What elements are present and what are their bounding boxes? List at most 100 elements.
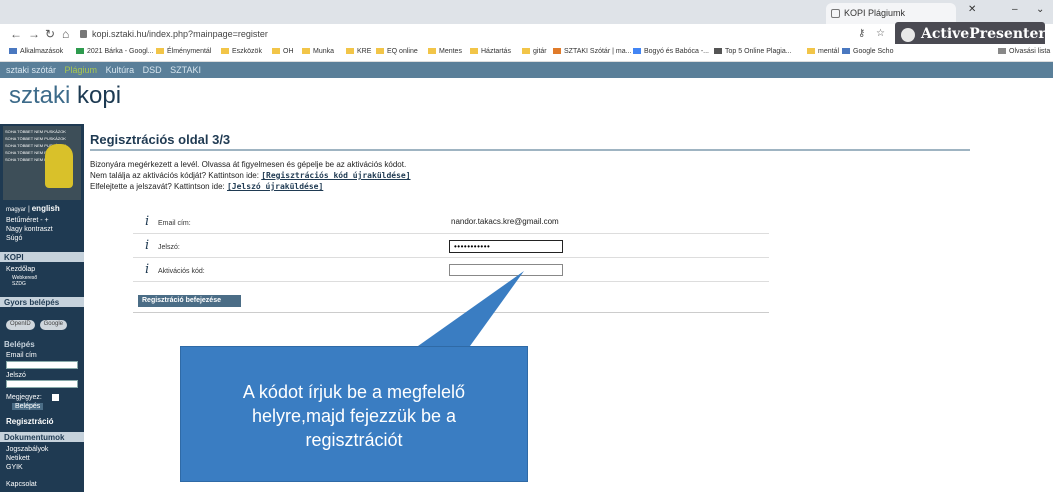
google-icon bbox=[633, 48, 641, 54]
form-row-password: i Jelszó: ••••••••••• bbox=[133, 236, 769, 258]
login-password-input[interactable] bbox=[6, 380, 78, 388]
page-favicon-icon bbox=[831, 9, 840, 18]
bookmark-item[interactable]: mentál bbox=[807, 48, 839, 55]
openid-button[interactable]: OpenID bbox=[6, 320, 35, 330]
bookmark-item[interactable]: Élménymentál bbox=[156, 48, 211, 55]
reading-list[interactable]: Olvasási lista bbox=[998, 48, 1050, 55]
bookmark-apps[interactable]: Alkalmazások bbox=[9, 48, 63, 55]
back-icon[interactable]: ← bbox=[10, 27, 22, 41]
lang-hungarian[interactable]: magyar bbox=[6, 207, 26, 213]
folder-icon bbox=[428, 48, 436, 54]
folder-icon bbox=[470, 48, 478, 54]
topnav-culture[interactable]: Kultúra bbox=[106, 65, 135, 75]
high-contrast-link[interactable]: Nagy kontraszt bbox=[6, 226, 53, 233]
email-label: Email cím: bbox=[158, 220, 191, 227]
browser-tab[interactable]: KOPI Plágiumk bbox=[826, 3, 956, 24]
sidebar-section-documents: Dokumentumok bbox=[0, 432, 84, 442]
info-icon: i bbox=[145, 262, 150, 277]
topnav-plagiarism[interactable]: Plágium bbox=[65, 65, 98, 75]
page-title: Regisztrációs oldal 3/3 bbox=[90, 132, 231, 147]
star-icon[interactable]: ☆ bbox=[876, 28, 885, 39]
bookmark-item[interactable]: Háztartás bbox=[470, 48, 511, 55]
reading-list-icon bbox=[998, 48, 1006, 54]
remember-me-checkbox[interactable] bbox=[52, 394, 59, 401]
resend-code-link[interactable]: [Regisztrációs kód újraküldése] bbox=[261, 171, 410, 180]
reload-icon[interactable]: ↻ bbox=[45, 27, 55, 41]
sidebar-section-quick-login: Gyors belépés bbox=[0, 297, 84, 307]
login-password-label: Jelszó bbox=[6, 372, 26, 379]
callout-pointer-shape bbox=[418, 271, 524, 346]
topnav-dsd[interactable]: DSD bbox=[143, 65, 162, 75]
bookmark-item[interactable]: OH bbox=[272, 48, 294, 55]
folder-icon bbox=[302, 48, 310, 54]
finish-registration-button[interactable]: Regisztráció befejezése bbox=[138, 295, 241, 307]
sidebar: SOHA TÖBBET NEM PUSKÁZOK SOHA TÖBBET NEM… bbox=[0, 124, 84, 492]
address-bar[interactable]: kopi.sztaki.hu/index.php?mainpage=regist… bbox=[80, 27, 880, 42]
sidebar-item-szdg[interactable]: SZDG bbox=[12, 281, 26, 287]
bookmark-item[interactable]: 2021 Bárka - Googl... bbox=[76, 48, 154, 55]
quick-login-buttons: OpenID Google bbox=[6, 320, 70, 330]
bookmark-item[interactable]: Eszközök bbox=[221, 48, 262, 55]
cartoon-character-icon bbox=[45, 144, 73, 188]
minimize-icon[interactable]: – bbox=[1012, 4, 1018, 15]
intro-line-2: Nem találja az aktivációs kódját? Kattin… bbox=[90, 171, 259, 180]
address-text: kopi.sztaki.hu/index.php?mainpage=regist… bbox=[92, 29, 268, 39]
folder-icon bbox=[807, 48, 815, 54]
chevron-down-icon[interactable]: ⌄ bbox=[1036, 4, 1044, 15]
browser-tab-strip: KOPI Plágiumk ✕ – ⌄ bbox=[0, 0, 1053, 24]
activepresenter-logo-icon bbox=[901, 28, 915, 42]
bookmark-item[interactable]: Bogyó és Babóca -... bbox=[633, 48, 709, 55]
folder-icon bbox=[522, 48, 530, 54]
login-button[interactable]: Belépés bbox=[12, 403, 44, 410]
intro-line-1: Bizonyára megérkezett a levél. Olvassa á… bbox=[90, 160, 407, 169]
activation-label: Aktivációs kód: bbox=[158, 268, 205, 275]
callout-text: A kódot írjuk be a megfelelő helyre,majd… bbox=[242, 382, 466, 450]
intro-text: Bizonyára megérkezett a levél. Olvassa á… bbox=[90, 159, 411, 192]
password-field[interactable]: ••••••••••• bbox=[449, 240, 563, 253]
bookmark-item[interactable]: EQ online bbox=[376, 48, 418, 55]
tab-title: KOPI Plágiumk bbox=[844, 8, 906, 18]
key-icon[interactable]: ⚷ bbox=[858, 28, 865, 39]
activation-code-input[interactable] bbox=[449, 264, 563, 276]
bookmark-item[interactable]: Munka bbox=[302, 48, 334, 55]
title-divider bbox=[90, 149, 970, 151]
sidebar-item-contact[interactable]: Kapcsolat bbox=[6, 481, 37, 488]
home-icon[interactable]: ⌂ bbox=[62, 27, 69, 41]
sidebar-item-netiquette[interactable]: Netikett bbox=[6, 455, 30, 462]
topnav-sztaki[interactable]: SZTAKI bbox=[170, 65, 201, 75]
drive-icon bbox=[76, 48, 84, 54]
tab-close-icon[interactable]: ✕ bbox=[968, 4, 976, 15]
bookmark-item[interactable]: Mentes bbox=[428, 48, 462, 55]
sidebar-banner-image: SOHA TÖBBET NEM PUSKÁZOK SOHA TÖBBET NEM… bbox=[3, 126, 81, 200]
screen: KOPI Plágiumk ✕ – ⌄ ← → ↻ ⌂ kopi.sztaki.… bbox=[0, 0, 1053, 492]
lang-english[interactable]: english bbox=[32, 204, 60, 213]
folder-icon bbox=[346, 48, 354, 54]
sidebar-item-rules[interactable]: Jogszabályok bbox=[6, 446, 48, 453]
callout-box: A kódot írjuk be a megfelelő helyre,majd… bbox=[180, 346, 528, 482]
apps-grid-icon bbox=[9, 48, 17, 54]
bookmark-item[interactable]: gitár bbox=[522, 48, 547, 55]
register-link[interactable]: Regisztráció bbox=[6, 417, 54, 426]
site-logo[interactable]: sztaki kopi bbox=[9, 82, 121, 110]
font-size-control[interactable]: Betűméret - + bbox=[6, 217, 49, 224]
folder-icon bbox=[376, 48, 384, 54]
lock-icon bbox=[80, 30, 87, 38]
bookmark-item[interactable]: KRE bbox=[346, 48, 371, 55]
help-link[interactable]: Súgó bbox=[6, 235, 22, 242]
bookmark-item[interactable]: SZTAKI Szótár | ma... bbox=[553, 48, 631, 55]
folder-icon bbox=[156, 48, 164, 54]
bookmark-item[interactable]: Google Scho bbox=[842, 48, 893, 55]
password-label: Jelszó: bbox=[158, 244, 180, 251]
bookmark-item[interactable]: Top 5 Online Plagia... bbox=[714, 48, 792, 55]
remember-me-label: Megjegyez: bbox=[6, 394, 42, 401]
sidebar-item-home[interactable]: Kezdőlap bbox=[6, 266, 35, 273]
globe-icon bbox=[714, 48, 722, 54]
resend-password-link[interactable]: [Jelszó újraküldése] bbox=[227, 182, 323, 191]
login-email-input[interactable] bbox=[6, 361, 78, 369]
sztaki-icon bbox=[553, 48, 561, 54]
sidebar-item-faq[interactable]: GYIK bbox=[6, 464, 23, 471]
folder-icon bbox=[221, 48, 229, 54]
forward-icon[interactable]: → bbox=[28, 27, 40, 41]
google-login-button[interactable]: Google bbox=[39, 320, 67, 330]
topnav-dictionary[interactable]: sztaki szótár bbox=[6, 65, 56, 75]
